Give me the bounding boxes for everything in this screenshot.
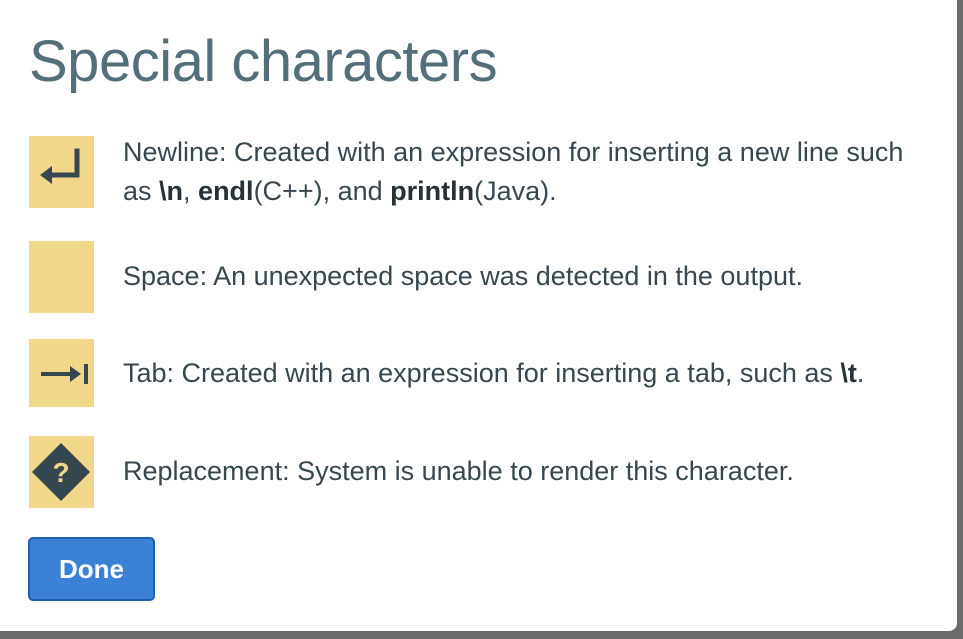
newline-code-backslash-n: \n (159, 176, 184, 206)
newline-lang-java: (Java). (474, 176, 557, 206)
replacement-label: Replacement (123, 456, 283, 486)
newline-label: Newline (123, 137, 220, 167)
tab-text: : Created with an expression for inserti… (166, 358, 841, 388)
newline-lang-cpp: (C++), and (253, 176, 391, 206)
tab-label: Tab (123, 358, 167, 388)
replacement-description: Replacement: System is unable to render … (123, 452, 923, 491)
replacement-text: : System is unable to render this charac… (282, 456, 794, 486)
replacement-question-diamond-icon: ? (29, 436, 94, 508)
done-button[interactable]: Done (28, 537, 155, 601)
space-text: : An unexpected space was detected in th… (199, 261, 803, 291)
newline-icon (29, 136, 94, 208)
tab-icon (29, 339, 94, 407)
newline-description: Newline: Created with an expression for … (123, 133, 923, 211)
replacement-glyph: ? (52, 457, 69, 488)
newline-code-endl: endl (198, 176, 254, 206)
tab-text-end: . (856, 358, 865, 388)
space-description: Space: An unexpected space was detected … (123, 257, 923, 296)
space-icon (29, 241, 94, 313)
tab-description: Tab: Created with an expression for inse… (123, 354, 923, 393)
dialog-title: Special characters (29, 29, 498, 94)
special-characters-dialog: Special characters Newline: Created with… (0, 0, 957, 631)
tab-code-backslash-t: \t (840, 358, 857, 388)
space-label: Space (123, 261, 200, 291)
newline-separator: , (183, 176, 199, 206)
newline-code-println: println (390, 176, 475, 206)
